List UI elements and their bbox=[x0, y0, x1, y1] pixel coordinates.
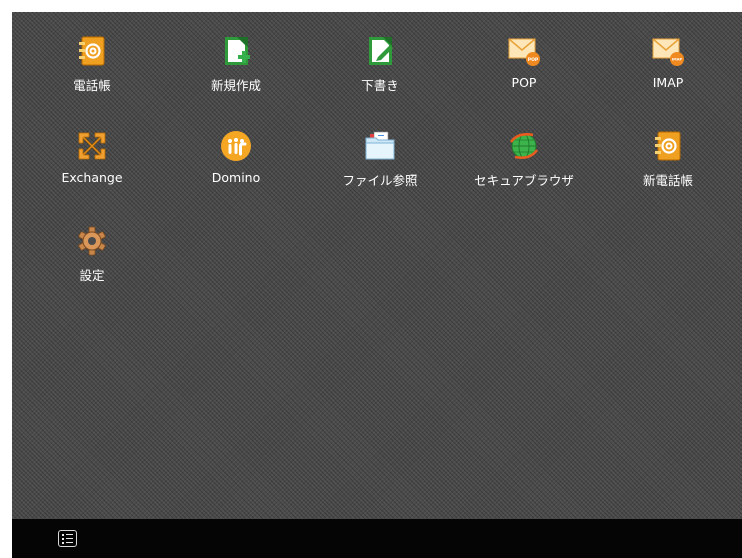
settings-gear-icon bbox=[78, 226, 106, 256]
home-screen: 電話帳 新規作成 下書き POP POP IMAP IMAP Exchange … bbox=[12, 12, 742, 519]
app-label: Exchange bbox=[61, 170, 123, 185]
list-menu-icon[interactable] bbox=[58, 530, 77, 547]
menu-line bbox=[66, 534, 73, 535]
app-label: 新規作成 bbox=[210, 78, 261, 93]
folder-icon bbox=[365, 131, 395, 160]
exchange-icon bbox=[78, 132, 106, 160]
menu-line bbox=[66, 538, 73, 539]
app-domino[interactable]: Domino bbox=[176, 122, 296, 212]
app-secure-browser[interactable]: セキュアブラウザ bbox=[464, 122, 584, 212]
pop-mail-icon: POP bbox=[508, 38, 540, 66]
menu-line bbox=[66, 542, 73, 543]
app-label: Domino bbox=[211, 170, 261, 185]
app-label: 新電話帳 bbox=[642, 173, 693, 188]
new-address-book-icon bbox=[655, 131, 681, 161]
app-address-book[interactable]: 電話帳 bbox=[32, 27, 152, 117]
domino-icon bbox=[221, 131, 251, 161]
secure-browser-icon bbox=[509, 133, 539, 159]
app-label: セキュアブラウザ bbox=[474, 173, 574, 188]
menu-dot bbox=[62, 542, 64, 544]
address-book-icon bbox=[79, 36, 105, 66]
app-imap-mail[interactable]: IMAP IMAP bbox=[608, 27, 728, 117]
app-label: POP bbox=[511, 75, 537, 90]
draft-icon bbox=[369, 37, 393, 65]
app-drafts[interactable]: 下書き bbox=[320, 27, 440, 117]
menu-dot bbox=[62, 538, 64, 540]
bottom-bar bbox=[12, 519, 742, 558]
app-new-compose[interactable]: 新規作成 bbox=[176, 27, 296, 117]
app-exchange[interactable]: Exchange bbox=[32, 122, 152, 212]
app-settings[interactable]: 設定 bbox=[32, 217, 152, 307]
app-label: 下書き bbox=[361, 78, 399, 93]
app-label: 電話帳 bbox=[73, 78, 111, 93]
imap-mail-icon: IMAP bbox=[652, 38, 684, 66]
app-label: IMAP bbox=[652, 75, 684, 90]
menu-dot bbox=[62, 534, 64, 536]
pop-badge: POP bbox=[528, 57, 539, 63]
app-label: 設定 bbox=[79, 268, 105, 283]
app-file-browser[interactable]: ファイル参照 bbox=[320, 122, 440, 212]
app-pop-mail[interactable]: POP POP bbox=[464, 27, 584, 117]
imap-badge: IMAP bbox=[672, 58, 683, 62]
app-new-address-book[interactable]: 新電話帳 bbox=[608, 122, 728, 212]
app-label: ファイル参照 bbox=[342, 173, 418, 188]
new-document-icon bbox=[225, 37, 250, 65]
